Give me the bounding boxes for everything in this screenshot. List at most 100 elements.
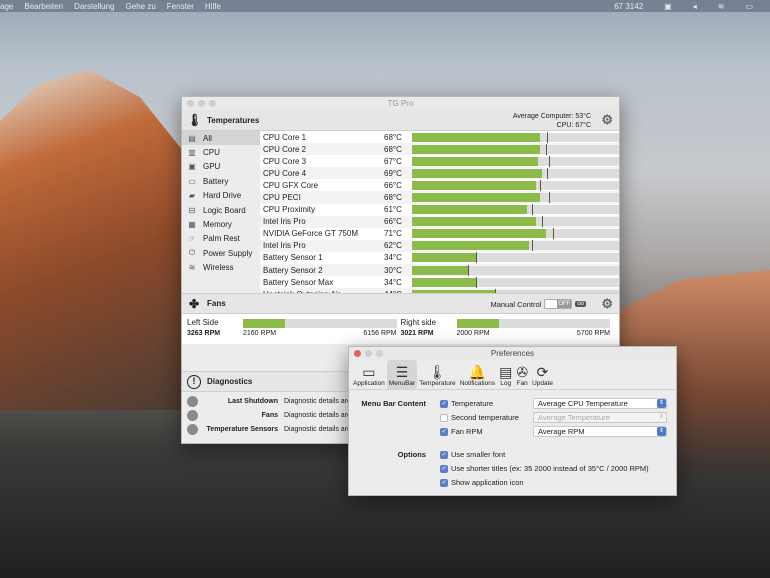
battery-icon[interactable]: ▭ <box>745 2 753 11</box>
sidebar-item-hard-drive[interactable]: ▰ Hard Drive <box>182 189 260 203</box>
zoom-button[interactable] <box>376 350 383 357</box>
sensor-list: CPU Core 1 68°C CPU Core 2 68°C CPU Core 3 67… <box>260 131 619 293</box>
sensor-row[interactable]: Intel Iris Pro 62°C <box>260 239 619 252</box>
diagnostic-text: Diagnostic details are o <box>284 425 357 433</box>
sidebar-item-label: Palm Rest <box>203 234 240 244</box>
sensor-row[interactable]: NVIDIA GeForce GT 750M 71°C <box>260 228 619 240</box>
fan-label: Right side <box>400 318 437 327</box>
gpu-icon: ▣ <box>188 162 196 172</box>
volume-icon[interactable]: ◂ <box>693 2 697 11</box>
temperature-bar-fill <box>412 205 527 215</box>
category-sidebar: ▤ All ▥ CPU ▣ GPU ▭ Battery ▰ Hard Drive ⊟ Logic Bo… <box>182 131 260 293</box>
temperature-bar <box>412 179 619 191</box>
memory-icon: ▦ <box>188 220 196 230</box>
tab-notifications[interactable]: 🔔 Notifications <box>458 360 497 389</box>
close-button[interactable] <box>354 350 361 357</box>
menu-item-bearbeiten[interactable]: Bearbeiten <box>24 2 63 11</box>
wifi-icon[interactable]: ≋ <box>718 2 725 11</box>
tab-temperature[interactable]: 🌡 Temperature <box>417 360 458 389</box>
checkbox-fan-rpm[interactable]: ✓ <box>440 427 448 436</box>
tab-menubar[interactable]: ☰ MenuBar <box>386 360 418 389</box>
sensor-row[interactable]: Battery Sensor Max 34°C <box>260 276 619 288</box>
sidebar-item-palm-rest[interactable]: ☞ Palm Rest <box>182 232 260 246</box>
max-temperature-marker <box>545 143 547 155</box>
sensor-value: 61°C <box>384 205 402 215</box>
sensor-name: Intel Iris Pro <box>263 241 306 251</box>
power-icon: ⏻ <box>188 248 196 258</box>
chevron-updown-icon: ⇕ <box>658 414 665 420</box>
max-temperature-marker <box>475 276 477 288</box>
sidebar-item-memory[interactable]: ▦ Memory <box>182 217 260 231</box>
temperature-bar-fill <box>412 229 546 239</box>
checkbox-second-temperature[interactable] <box>440 413 448 422</box>
manual-control-toggle[interactable]: OFF <box>544 299 573 309</box>
checkbox-temperature[interactable]: ✓ <box>440 399 448 408</box>
checkbox-option[interactable]: ✓ <box>440 478 448 487</box>
temperature-bar <box>412 216 619 228</box>
sidebar-item-logic-board[interactable]: ⊟ Logic Board <box>182 203 260 217</box>
max-temperature-marker <box>549 192 551 204</box>
sensor-row[interactable]: Intel Iris Pro 66°C <box>260 215 619 228</box>
temperature-bar-fill <box>412 193 540 203</box>
max-temperature-marker <box>547 167 549 179</box>
checkbox-label: Use shorter titles (ex: 35 2000 instead … <box>451 464 649 473</box>
chevron-updown-icon: ⇕ <box>657 399 666 408</box>
preferences-window: Preferences ▭ Application ☰ MenuBar 🌡 Tempera… <box>348 346 677 496</box>
minimize-button[interactable] <box>365 350 372 357</box>
status-indicator <box>187 409 198 421</box>
menubar-icon: ☰ <box>395 364 409 380</box>
fan-icon: ✇ <box>516 364 529 380</box>
fans-header: ✤ Fans Manual Control OFF oo ⚙ <box>182 293 619 314</box>
wifi-icon: ≋ <box>188 263 196 273</box>
toggle-state: OFF <box>557 300 572 308</box>
checkbox-option[interactable]: ✓ <box>440 464 448 473</box>
sensor-row[interactable]: CPU Core 2 68°C <box>260 143 619 156</box>
fan-0: Left Side 3263 RPM 2160 RPM 6156 RPM <box>187 318 401 340</box>
menu-item-gehe-zu[interactable]: Gehe zu <box>126 2 156 11</box>
checkbox-label: Temperature <box>451 399 494 408</box>
sensor-value: 34°C <box>384 253 402 263</box>
sidebar-item-gpu[interactable]: ▣ GPU <box>182 160 260 174</box>
sensor-row[interactable]: Battery Sensor 1 34°C <box>260 252 619 264</box>
select-fan-rpm[interactable]: Average RPM ⇕ <box>533 426 667 437</box>
window-title: TG Pro <box>387 99 414 108</box>
menu-item-fenster[interactable]: Fenster <box>167 2 194 11</box>
tab-update[interactable]: ⟳ Update <box>530 360 555 389</box>
link-icon[interactable]: oo <box>575 301 586 307</box>
tab-label: Temperature <box>419 380 456 387</box>
zoom-button[interactable] <box>209 100 216 107</box>
sensor-row[interactable]: CPU Core 3 67°C <box>260 155 619 167</box>
update-icon: ⟳ <box>536 364 549 380</box>
sidebar-item-all[interactable]: ▤ All <box>182 131 260 146</box>
fan-gear-icon[interactable]: ⚙ <box>601 296 613 312</box>
select-second-temperature[interactable]: Average Temperature ⇕ <box>533 412 667 423</box>
sidebar-item-cpu[interactable]: ▥ CPU <box>182 145 260 159</box>
sensor-row[interactable]: CPU PECI 68°C <box>260 191 619 204</box>
tab-label: Fan <box>516 380 528 387</box>
tab-fan[interactable]: ✇ Fan <box>514 360 530 389</box>
gear-icon[interactable]: ⚙ <box>601 112 613 128</box>
display-icon[interactable]: ▣ <box>664 2 672 11</box>
close-button[interactable] <box>187 100 194 107</box>
checkbox-option[interactable]: ✓ <box>440 450 448 459</box>
select-temperature[interactable]: Average CPU Temperature ⇕ <box>533 398 667 409</box>
sensor-value: 34°C <box>384 277 402 287</box>
minimize-button[interactable] <box>198 100 205 107</box>
sensor-row[interactable]: CPU Proximity 61°C <box>260 204 619 216</box>
sidebar-item-battery[interactable]: ▭ Battery <box>182 174 260 188</box>
sensor-value: 30°C <box>384 265 402 275</box>
sensor-row[interactable]: Battery Sensor 2 30°C <box>260 264 619 277</box>
sidebar-item-wireless[interactable]: ≋ Wireless <box>182 261 260 275</box>
sensor-row[interactable]: CPU GFX Core 66°C <box>260 179 619 191</box>
sidebar-item-power-supply[interactable]: ⏻ Power Supply <box>182 246 260 260</box>
sidebar-item-label: Memory <box>203 220 232 230</box>
tgpro-status[interactable]: 67 3142 <box>614 2 643 11</box>
tab-log[interactable]: ▤ Log <box>497 360 514 389</box>
menu-item[interactable]: age <box>0 2 13 11</box>
sensor-row[interactable]: CPU Core 4 69°C <box>260 167 619 180</box>
tab-application[interactable]: ▭ Application <box>351 360 387 389</box>
fan-min-rpm: 2000 RPM <box>456 330 490 337</box>
menu-item-darstellung[interactable]: Darstellung <box>74 2 114 11</box>
sensor-row[interactable]: CPU Core 1 68°C <box>260 131 619 143</box>
menu-item-hilfe[interactable]: Hilfe <box>205 2 221 11</box>
